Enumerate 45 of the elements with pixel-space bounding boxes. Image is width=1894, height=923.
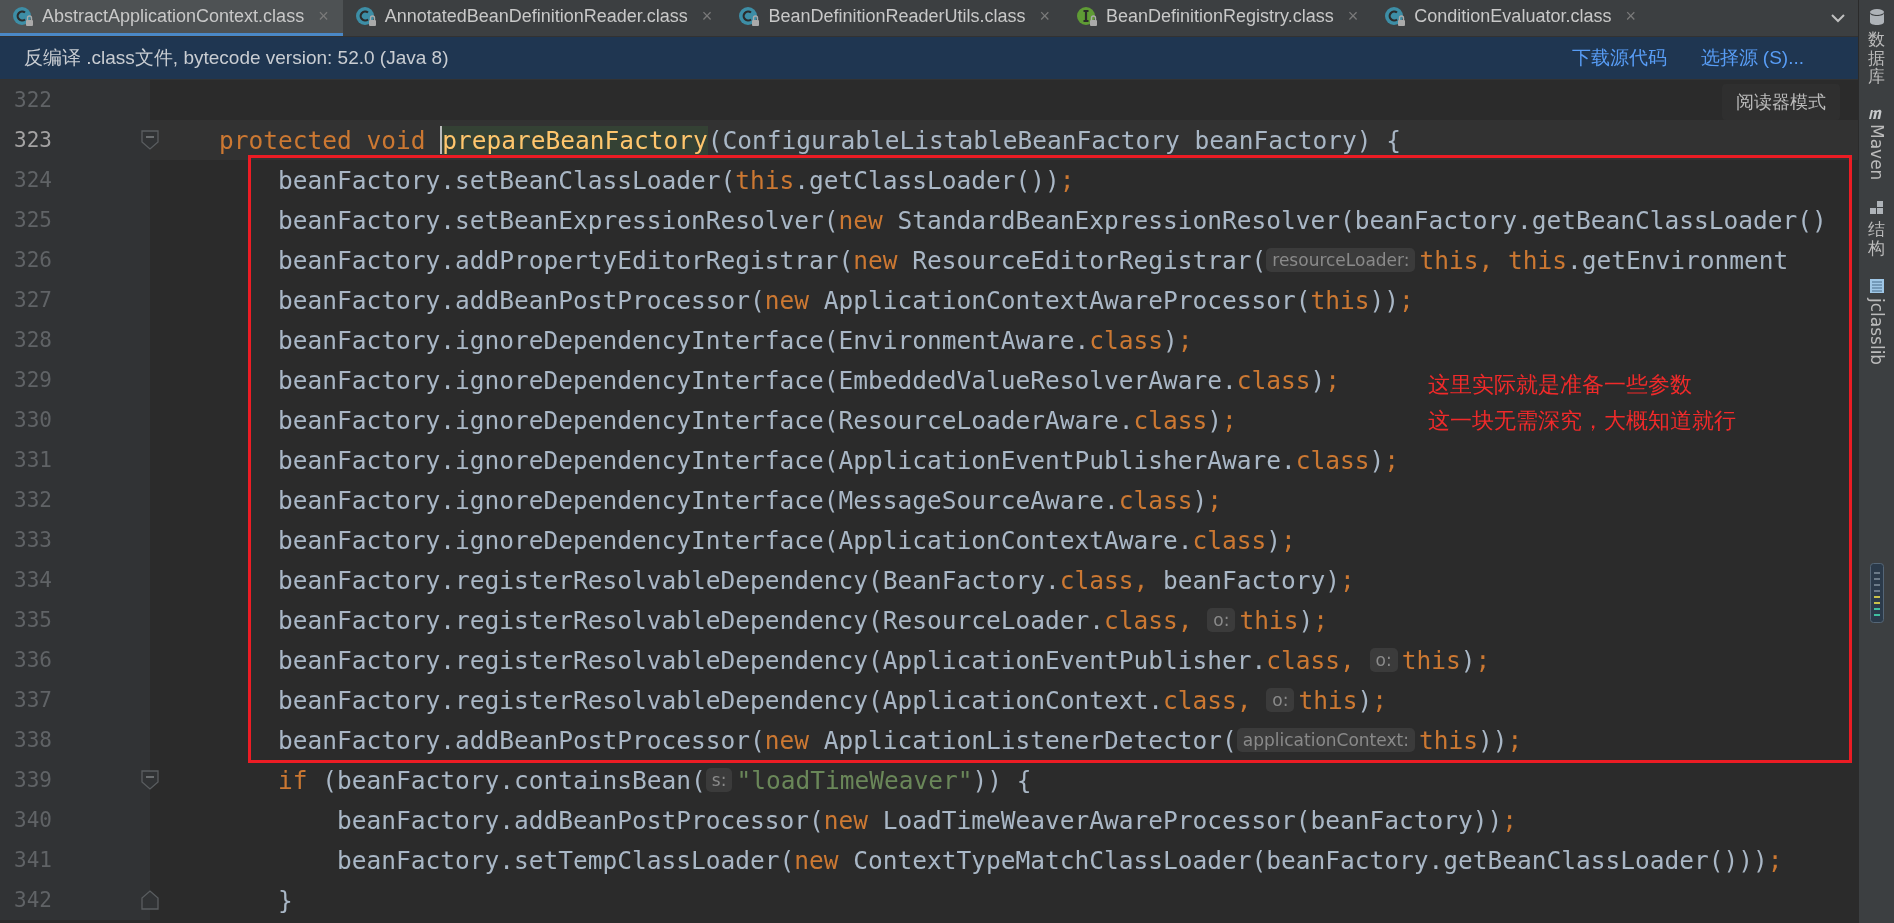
code-line: beanFactory.addBeanPostProcessor(new ApplicationListenerDetector( applicationContext: this));	[277, 725, 1523, 755]
tool-window-button[interactable]: jclasslib	[1866, 275, 1887, 367]
class-icon	[12, 5, 34, 28]
banner-link[interactable]: 下载源代码	[1571, 45, 1667, 71]
code-line: beanFactory.setTempClassLoader(new ContextTypeMatchClassLoader(beanFactory.getBeanClassLoader()));	[336, 845, 1783, 875]
tool-window-button[interactable]: 数据库	[1868, 6, 1885, 89]
banner-link[interactable]: 选择源 (S)...	[1700, 45, 1804, 71]
code-line: protected void prepareBeanFactory(ConfigurableListableBeanFactory beanFactory) {	[218, 125, 1402, 155]
file-tab[interactable]: AbstractApplicationContext.class ×	[0, 0, 343, 36]
code-line: beanFactory.ignoreDependencyInterface(MessageSourceAware.class);	[277, 485, 1223, 515]
code-line: if (beanFactory.containsBean( s: "loadTimeWeaver")) {	[277, 765, 1032, 795]
annotation-text: 这一块无需深究，大概知道就行	[1428, 407, 1736, 435]
code-line: beanFactory.setBeanClassLoader(this.getClassLoader());	[277, 165, 1075, 195]
line-number: 323	[14, 128, 52, 152]
code-line: beanFactory.setBeanExpressionResolver(new StandardBeanExpressionResolver(beanFactory.getBeanClassLoader()	[277, 205, 1827, 235]
code-line: beanFactory.registerResolvableDependency(ApplicationContext.class, o: this);	[277, 685, 1387, 715]
code-line: beanFactory.ignoreDependencyInterface(EnvironmentAware.class);	[277, 325, 1193, 355]
bytecode-icon	[1868, 277, 1885, 294]
code-line: beanFactory.registerResolvableDependency(ResourceLoader.class, o: this);	[277, 605, 1328, 635]
interface-icon	[1076, 5, 1098, 28]
code-line: beanFactory.addBeanPostProcessor(new ApplicationContextAwareProcessor(this));	[277, 285, 1414, 315]
chevron-down-icon[interactable]	[1830, 13, 1846, 23]
code-line: beanFactory.registerResolvableDependency(BeanFactory.class, beanFactory);	[277, 565, 1355, 595]
code-line: beanFactory.ignoreDependencyInterface(ApplicationContextAware.class);	[277, 525, 1296, 555]
structure-icon	[1868, 200, 1885, 217]
fold-icon[interactable]	[141, 890, 159, 910]
memory-indicator-icon	[1869, 563, 1884, 623]
tool-window-button[interactable]: Maven	[1866, 104, 1887, 183]
code-line: beanFactory.addPropertyEditorRegistrar(new ResourceEditorRegistrar( resourceLoader: this, this.getEnvironment	[277, 245, 1789, 275]
fold-icon[interactable]	[141, 130, 159, 150]
class-icon	[1384, 5, 1407, 28]
banner-message: 反编译 .class文件, bytecode version: 52.0 (Java 8)	[24, 46, 449, 70]
code-line: beanFactory.ignoreDependencyInterface(ApplicationEventPublisherAware.class);	[277, 445, 1400, 475]
code-line: beanFactory.registerResolvableDependency(ApplicationEventPublisher.class, o: this);	[277, 645, 1491, 675]
code-line: }	[277, 885, 293, 915]
fold-icon[interactable]	[141, 770, 159, 790]
annotation-text: 这里实际就是准备一些参数	[1428, 371, 1693, 399]
class-icon	[738, 5, 761, 28]
class-icon	[354, 5, 377, 28]
reader-mode-button[interactable]: 阅读器模式	[1722, 84, 1840, 120]
code-line: beanFactory.ignoreDependencyInterface(EmbeddedValueResolverAware.class);	[277, 365, 1341, 395]
tool-window-button[interactable]: 结构	[1868, 198, 1885, 260]
database-icon	[1868, 8, 1885, 26]
code-line: beanFactory.ignoreDependencyInterface(ResourceLoaderAware.class);	[277, 405, 1237, 435]
code-line: beanFactory.addBeanPostProcessor(new LoadTimeWeaverAwareProcessor(beanFactory));	[336, 805, 1518, 835]
